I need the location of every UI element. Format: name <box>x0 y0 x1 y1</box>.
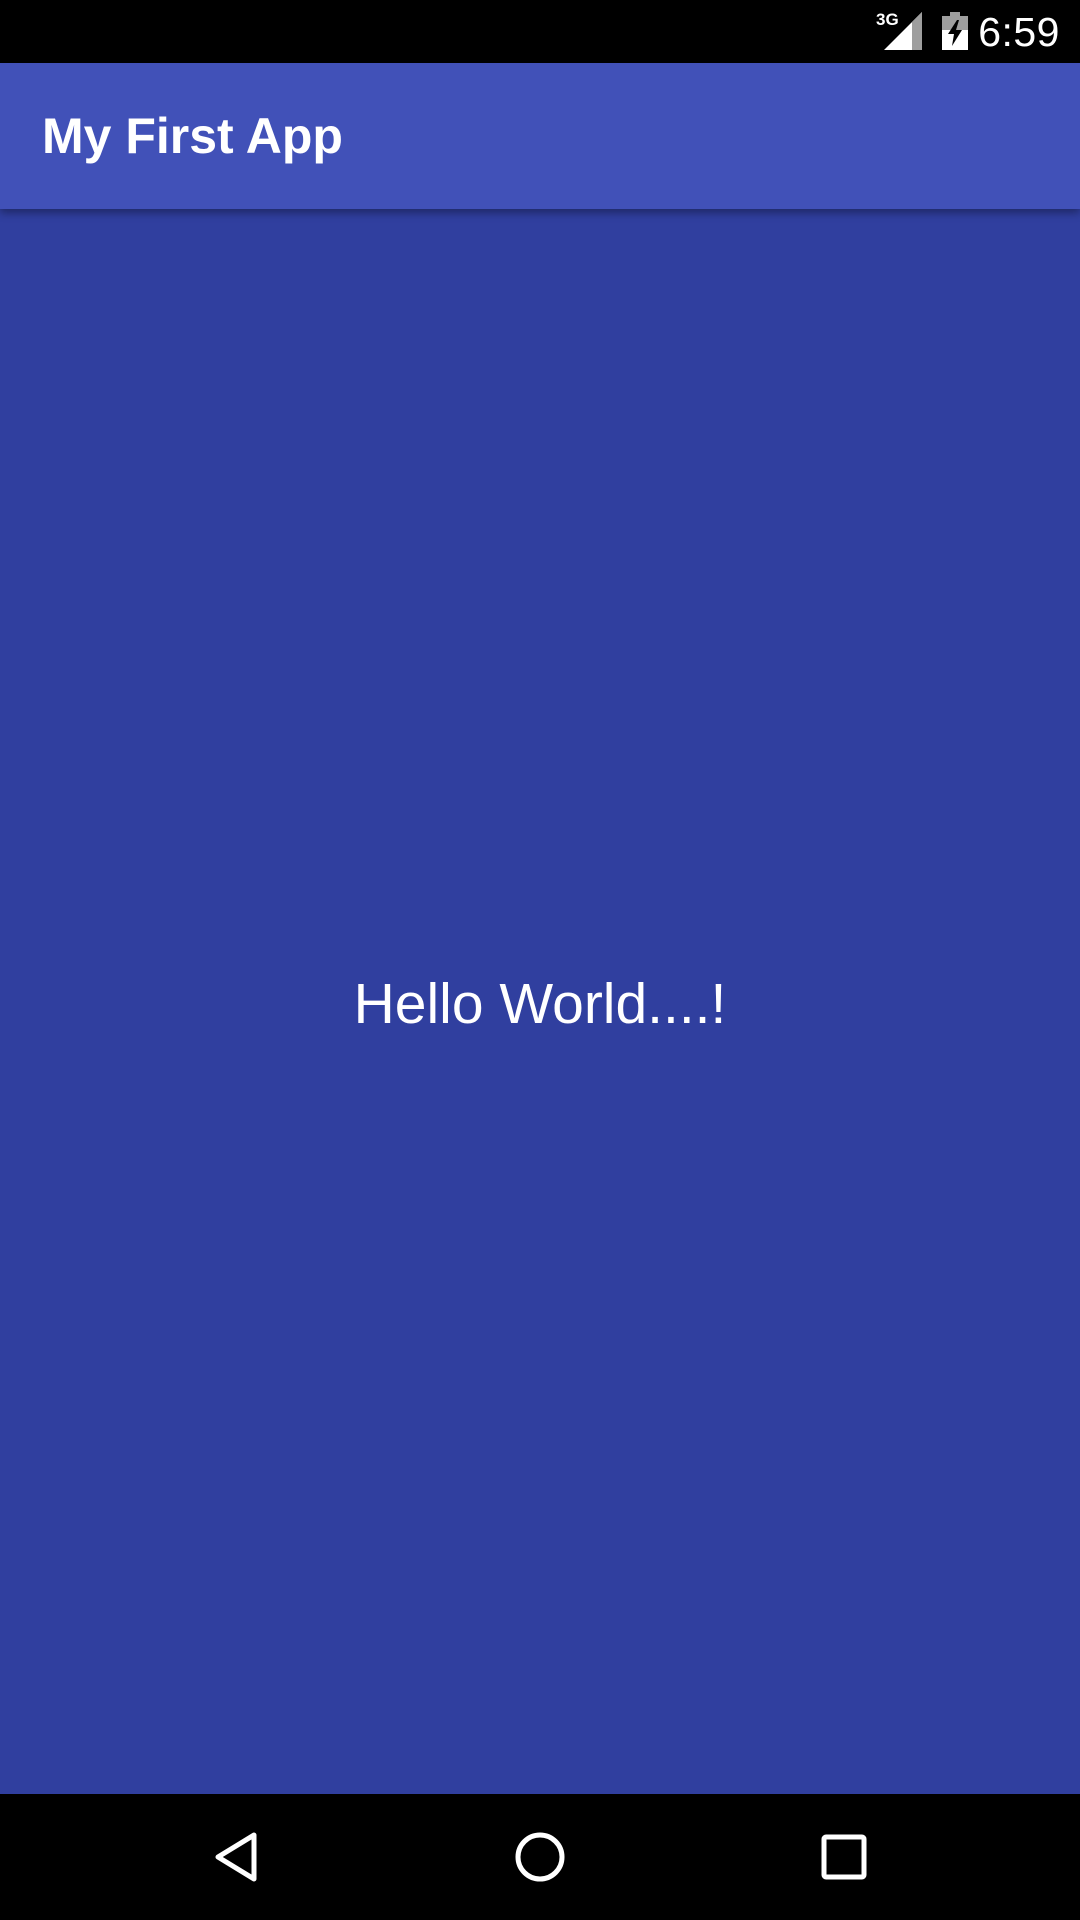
phone-screen: 3G 6:59 My First App Hello World....! <box>0 0 1080 1920</box>
hello-text: Hello World....! <box>353 972 727 1036</box>
recents-icon <box>821 1834 867 1880</box>
recents-button[interactable] <box>804 1817 884 1897</box>
navigation-bar <box>0 1794 1080 1920</box>
home-button[interactable] <box>500 1817 580 1897</box>
back-icon <box>215 1832 257 1882</box>
app-title: My First App <box>42 108 343 164</box>
status-time: 6:59 <box>978 9 1060 55</box>
signal-icon <box>884 12 922 50</box>
status-bar: 3G 6:59 <box>0 0 1080 63</box>
home-icon <box>515 1832 565 1882</box>
main-content: Hello World....! <box>0 209 1080 1794</box>
battery-charging-icon <box>942 12 968 50</box>
app-bar: My First App <box>0 63 1080 209</box>
back-button[interactable] <box>196 1817 276 1897</box>
